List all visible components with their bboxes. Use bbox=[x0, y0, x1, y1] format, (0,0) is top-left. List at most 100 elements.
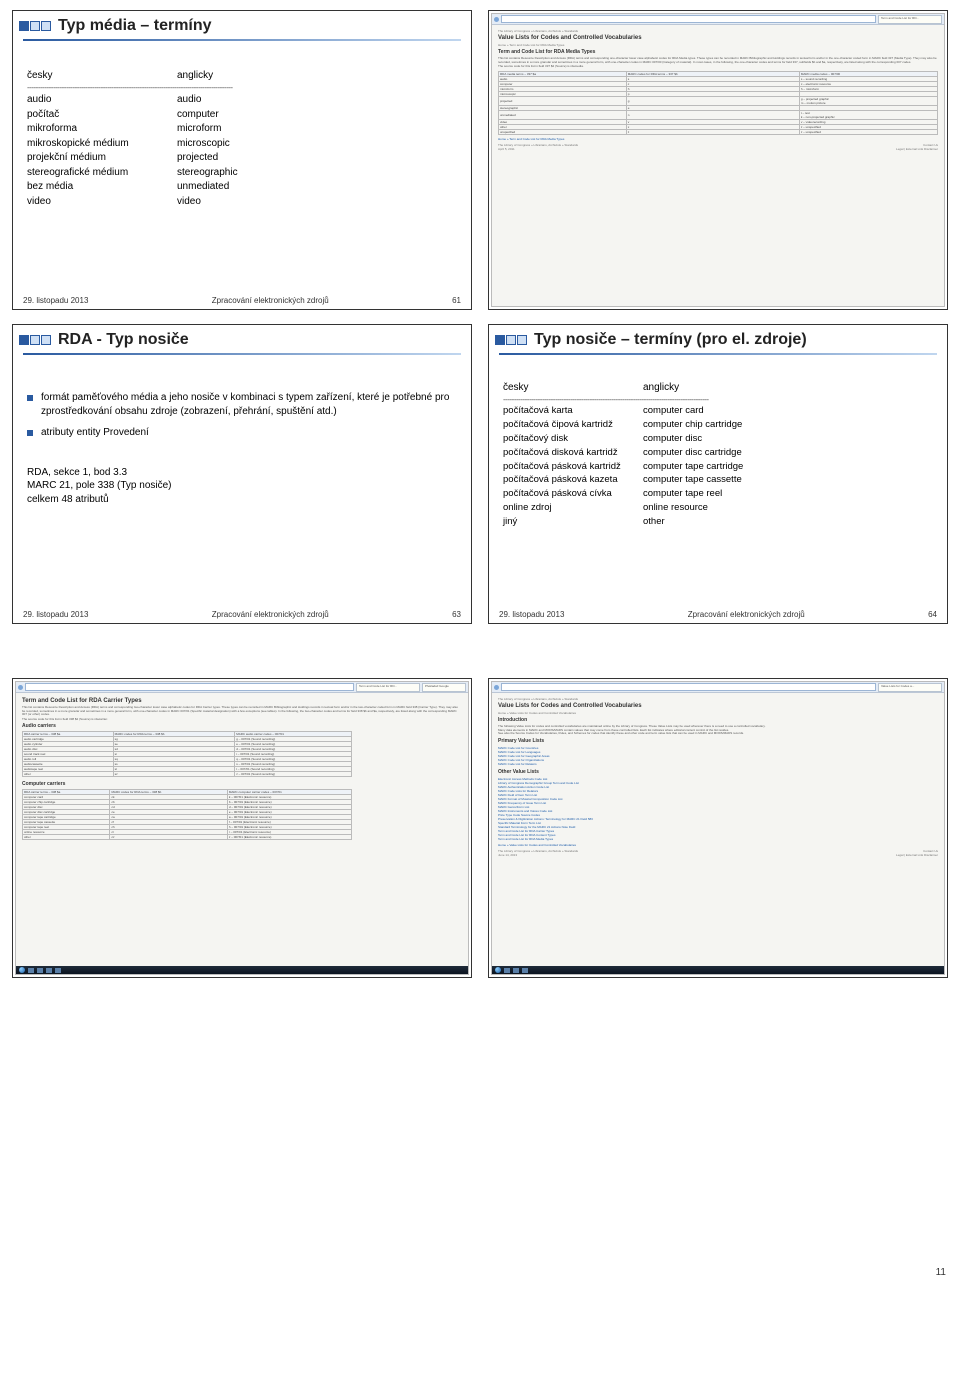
address-bar[interactable] bbox=[25, 683, 354, 691]
footer-mid: Zpracování elektronických zdrojů bbox=[212, 296, 329, 305]
intro-text: This list contains Resource Description … bbox=[22, 706, 462, 717]
bullet-icon bbox=[27, 395, 33, 401]
taskbar-icon[interactable] bbox=[37, 968, 43, 973]
dash-separator: ----------------------------------------… bbox=[27, 83, 457, 94]
slide-title: Typ nosiče – termíny (pro el. zdroje) bbox=[489, 325, 947, 351]
title-text: Typ média – termíny bbox=[58, 17, 212, 35]
term-cz: počítač bbox=[27, 108, 177, 122]
browser-chrome: Term and Code List for RD... bbox=[492, 14, 944, 25]
term-en: computer chip cartridge bbox=[643, 419, 783, 432]
bullet-item: formát paměťového média a jeho nosiče v … bbox=[27, 391, 457, 418]
taskbar-icon[interactable] bbox=[46, 968, 52, 973]
back-link[interactable]: Home » Value Lists for Codes and Control… bbox=[498, 844, 938, 848]
browser-screenshot: Value Lists for Codes a... The Library o… bbox=[491, 681, 945, 975]
browser-chrome: Value Lists for Codes a... bbox=[492, 682, 944, 693]
slide-64: Typ nosiče – termíny (pro el. zdroje) če… bbox=[488, 324, 948, 624]
term-cz: projekční médium bbox=[27, 151, 177, 165]
browser-back-icon[interactable] bbox=[494, 685, 499, 690]
browser-back-icon[interactable] bbox=[494, 17, 499, 22]
term-en: video bbox=[177, 195, 327, 209]
footer-date: 29. listopadu 2013 bbox=[23, 296, 88, 305]
taskbar-icon[interactable] bbox=[55, 968, 61, 973]
browser-tab[interactable]: Překladač Google bbox=[422, 683, 466, 692]
bullet-icon bbox=[27, 430, 33, 436]
start-button-icon[interactable] bbox=[19, 967, 25, 973]
browser-tab[interactable]: Term and Code List for RD... bbox=[356, 683, 420, 692]
slide-content: česky anglicky -------------------------… bbox=[489, 355, 947, 539]
page-body: The Library of Congress » Librarians, Ar… bbox=[492, 693, 944, 860]
list-link[interactable]: MARC Code List for Relators bbox=[498, 762, 537, 766]
section-computer: Computer carriers bbox=[22, 781, 462, 787]
breadcrumb2: Home » Term and Code List for RDA Media … bbox=[498, 43, 938, 47]
start-button-icon[interactable] bbox=[495, 967, 501, 973]
section-other: Other Value Lists bbox=[498, 769, 938, 775]
term-cz: mikroskopické médium bbox=[27, 137, 177, 151]
source-line: The source code for this list in field 3… bbox=[498, 65, 938, 69]
browser-screenshot: Term and Code List for RD... Překladač G… bbox=[15, 681, 469, 975]
title-text: Typ nosiče – termíny (pro el. zdroje) bbox=[534, 331, 807, 349]
term-cz: bez média bbox=[27, 180, 177, 194]
ref-line: celkem 48 atributů bbox=[27, 493, 457, 507]
source-line: The source code for this list in field 3… bbox=[22, 718, 462, 722]
footer-mid: Zpracování elektronických zdrojů bbox=[212, 610, 329, 619]
term-cz: počítačová pásková kartridž bbox=[503, 461, 643, 474]
dash-separator: ----------------------------------------… bbox=[503, 395, 933, 406]
slide-footer: 29. listopadu 2013 Zpracování elektronic… bbox=[489, 610, 947, 619]
taskbar-icon[interactable] bbox=[522, 968, 528, 973]
term-cz: mikroforma bbox=[27, 122, 177, 136]
slide-66: Value Lists for Codes a... The Library o… bbox=[488, 678, 948, 978]
other-list: Electronic Access Methods Code ListLibra… bbox=[498, 777, 938, 841]
page-h2: Term and Code List for RDA Media Types bbox=[498, 49, 938, 55]
primary-list: MARC Code List for CountriesMARC Code Li… bbox=[498, 746, 938, 766]
footer-num: 63 bbox=[452, 610, 461, 619]
title-text: RDA - Typ nosiče bbox=[58, 331, 189, 349]
term-cz: stereografické médium bbox=[27, 166, 177, 180]
table-row: otherszz – 007/01 (Sound recording) bbox=[23, 772, 352, 777]
browser-tab[interactable]: Value Lists for Codes a... bbox=[878, 683, 942, 692]
title-decor-icon bbox=[495, 331, 528, 349]
intro-text: The following Value Lists for codes and … bbox=[498, 725, 938, 736]
browser-back-icon[interactable] bbox=[18, 685, 23, 690]
address-bar[interactable] bbox=[501, 683, 876, 691]
term-cz: online zdroj bbox=[503, 502, 643, 515]
taskbar-icon[interactable] bbox=[28, 968, 34, 973]
slide-title: Typ média – termíny bbox=[13, 11, 471, 37]
browser-tab[interactable]: Term and Code List for RD... bbox=[878, 15, 942, 24]
term-cz: počítačový disk bbox=[503, 433, 643, 446]
term-en: computer tape reel bbox=[643, 488, 783, 501]
slide-65: Term and Code List for RD... Překladač G… bbox=[12, 678, 472, 978]
page-h1: Term and Code List for RDA Carrier Types bbox=[22, 698, 462, 704]
terms-table: audioaudiopočítačcomputermikroformamicro… bbox=[27, 93, 457, 208]
term-en: projected bbox=[177, 151, 327, 165]
term-cz: počítačová čipová kartridž bbox=[503, 419, 643, 432]
slide-title: RDA - Typ nosiče bbox=[13, 325, 471, 351]
taskbar-icon[interactable] bbox=[504, 968, 510, 973]
table-row: otherczz – 007/01 (Electronic resource) bbox=[23, 835, 352, 840]
browser-screenshot: Term and Code List for RD... The Library… bbox=[491, 13, 945, 307]
footer-date: 29. listopadu 2013 bbox=[23, 610, 88, 619]
page-footer-right: Contact Us Legal | External Link Disclai… bbox=[896, 143, 938, 151]
title-decor-icon bbox=[19, 331, 52, 349]
col-english: anglicky bbox=[177, 69, 327, 83]
section-intro: Introduction bbox=[498, 717, 938, 723]
windows-taskbar[interactable] bbox=[492, 966, 944, 974]
term-en: audio bbox=[177, 93, 327, 107]
term-en: computer bbox=[177, 108, 327, 122]
col-czech: česky bbox=[503, 381, 643, 395]
breadcrumb: The Library of Congress » Librarians, Ar… bbox=[498, 697, 938, 701]
term-cz: počítačová pásková kazeta bbox=[503, 474, 643, 487]
term-en: microform bbox=[177, 122, 327, 136]
windows-taskbar[interactable] bbox=[16, 966, 468, 974]
bullet-text: formát paměťového média a jeho nosiče v … bbox=[41, 391, 457, 418]
list-link[interactable]: Term and Code List for RDA Media Types bbox=[498, 837, 553, 841]
slide-62: Term and Code List for RD... The Library… bbox=[488, 10, 948, 310]
term-en: stereographic bbox=[177, 166, 327, 180]
term-en: online resource bbox=[643, 502, 783, 515]
page-footer-left: The Library of Congress » Librarians, Ar… bbox=[498, 143, 578, 151]
page-footer-right: Contact Us Legal | External Link Disclai… bbox=[896, 849, 938, 857]
back-link[interactable]: Home » Term and Code List for RDA Media … bbox=[498, 138, 938, 142]
term-en: computer tape cartridge bbox=[643, 461, 783, 474]
taskbar-icon[interactable] bbox=[513, 968, 519, 973]
computer-carriers-table: RDA carrier terms – 338 $a MARC codes fo… bbox=[22, 789, 352, 840]
address-bar[interactable] bbox=[501, 15, 876, 23]
